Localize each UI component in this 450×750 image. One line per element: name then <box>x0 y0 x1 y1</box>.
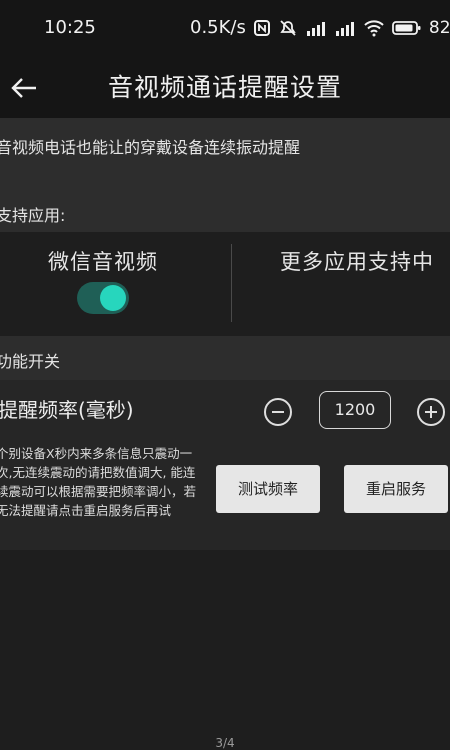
battery-level: 82 <box>428 17 450 38</box>
frequency-note: 个别设备X秒内来多条信息只震动一次,无连续震动的请把数值调大, 能连续震动可以根… <box>0 446 197 518</box>
page-indicator: 3/4 <box>215 736 235 750</box>
support-apps-label: 支持应用: <box>0 206 66 225</box>
app-more-label: 更多应用支持中 <box>280 250 434 274</box>
plus-icon[interactable] <box>417 398 445 426</box>
toggle-knob <box>100 285 126 311</box>
page: 10:25 0.5K/s 82 音视频通话提醒设置 音视频电话也能让的穿戴设备连… <box>0 0 450 750</box>
description-text: 音视频电话也能让的穿戴设备连续振动提醒 <box>0 138 301 157</box>
network-speed: 0.5K/s <box>190 17 246 38</box>
test-frequency-button[interactable]: 测试频率 <box>216 465 320 513</box>
wifi-icon <box>364 19 384 36</box>
app-wechat-label: 微信音视频 <box>48 250 158 274</box>
function-switch-header: 功能开关 <box>0 336 450 380</box>
frequency-label: 提醒频率(毫秒) <box>0 398 134 422</box>
apps-divider <box>231 244 232 322</box>
restart-service-button[interactable]: 重启服务 <box>344 465 448 513</box>
description-section: 音视频电话也能让的穿戴设备连续振动提醒 <box>0 118 450 190</box>
frequency-input[interactable]: 1200 <box>319 391 391 429</box>
minus-icon[interactable] <box>264 398 292 426</box>
frequency-section: 提醒频率(毫秒) 1200 个别设备X秒内来多条信息只震动一次,无连续震动的请把… <box>0 380 450 550</box>
back-button[interactable] <box>4 66 44 110</box>
function-switch-label: 功能开关 <box>0 352 61 371</box>
app-header: 音视频通话提醒设置 <box>0 58 450 118</box>
app-wechat: 微信音视频 <box>0 232 231 336</box>
signal-icon-1 <box>306 21 325 36</box>
status-bar: 10:25 0.5K/s 82 <box>0 0 450 58</box>
battery-icon <box>391 20 421 35</box>
wechat-toggle[interactable] <box>77 282 129 314</box>
back-arrow-icon <box>11 78 36 98</box>
mute-icon <box>280 19 296 36</box>
apps-row: 微信音视频 更多应用支持中 <box>0 232 450 336</box>
status-time: 10:25 <box>44 17 96 38</box>
page-title: 音视频通话提醒设置 <box>108 73 343 102</box>
nfc-icon <box>253 19 270 36</box>
signal-icon-2 <box>335 21 354 36</box>
status-icons: 0.5K/s 82 <box>190 17 450 38</box>
support-apps-header: 支持应用: <box>0 190 450 232</box>
